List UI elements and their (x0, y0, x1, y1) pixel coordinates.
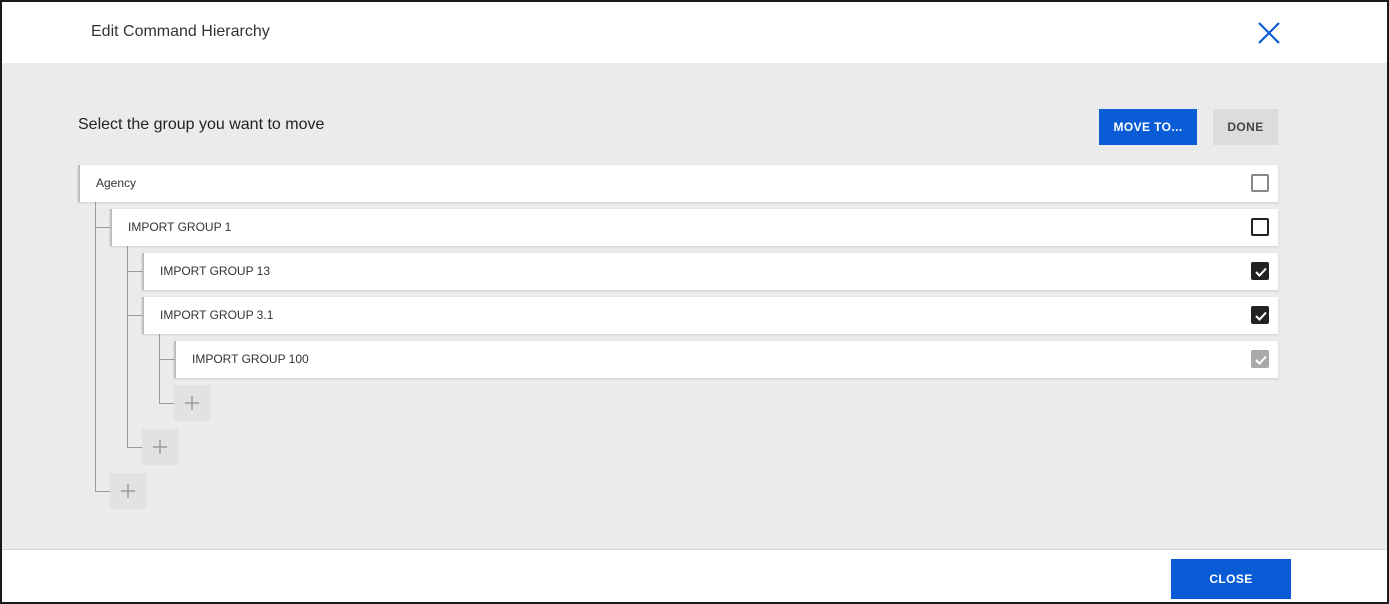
dialog-footer: CLOSE (2, 549, 1387, 602)
tree-connector (95, 201, 96, 491)
tree-connector (159, 333, 160, 403)
checkmark-icon (1255, 311, 1267, 321)
tree-node-import-group-1[interactable]: IMPORT GROUP 1 (110, 209, 1278, 246)
dialog-body: Select the group you want to move MOVE T… (2, 63, 1387, 549)
tree-node-label: IMPORT GROUP 3.1 (160, 308, 274, 322)
tree-node-import-group-13[interactable]: IMPORT GROUP 13 (142, 253, 1278, 290)
tree-connector (127, 447, 143, 448)
close-button[interactable]: CLOSE (1171, 559, 1291, 599)
checkmark-icon (1255, 355, 1267, 365)
tree-node-label: IMPORT GROUP 1 (128, 220, 232, 234)
tree-node-import-group-3-1[interactable]: IMPORT GROUP 3.1 (142, 297, 1278, 334)
add-child-button[interactable] (174, 385, 210, 421)
plus-icon (153, 440, 167, 454)
node-checkbox (1251, 350, 1269, 368)
tree-node-label: IMPORT GROUP 100 (192, 352, 309, 366)
node-checkbox[interactable] (1251, 218, 1269, 236)
add-child-button[interactable] (142, 429, 178, 465)
move-to-button[interactable]: MOVE TO... (1099, 109, 1197, 145)
tree-node-import-group-100[interactable]: IMPORT GROUP 100 (174, 341, 1278, 378)
tree-connector (159, 359, 175, 360)
dialog-title: Edit Command Hierarchy (91, 23, 270, 40)
close-icon[interactable] (1256, 20, 1282, 46)
node-checkbox[interactable] (1251, 306, 1269, 324)
plus-icon (185, 396, 199, 410)
add-child-button[interactable] (110, 473, 146, 509)
tree-connector (95, 227, 111, 228)
checkmark-icon (1255, 267, 1267, 277)
tree-connector (127, 245, 128, 447)
done-button[interactable]: DONE (1213, 109, 1278, 145)
plus-icon (121, 484, 135, 498)
node-checkbox[interactable] (1251, 174, 1269, 192)
tree-connector (159, 403, 175, 404)
tree-connector (95, 491, 111, 492)
instruction-text: Select the group you want to move (78, 116, 325, 133)
tree-node-agency[interactable]: Agency (78, 165, 1278, 202)
edit-command-hierarchy-dialog: Edit Command Hierarchy Select the group … (0, 0, 1389, 604)
tree-connector (127, 315, 143, 316)
node-checkbox[interactable] (1251, 262, 1269, 280)
tree-node-label: IMPORT GROUP 13 (160, 264, 271, 278)
dialog-header: Edit Command Hierarchy (2, 2, 1387, 63)
tree-connector (127, 271, 143, 272)
tree-node-label: Agency (96, 176, 137, 190)
